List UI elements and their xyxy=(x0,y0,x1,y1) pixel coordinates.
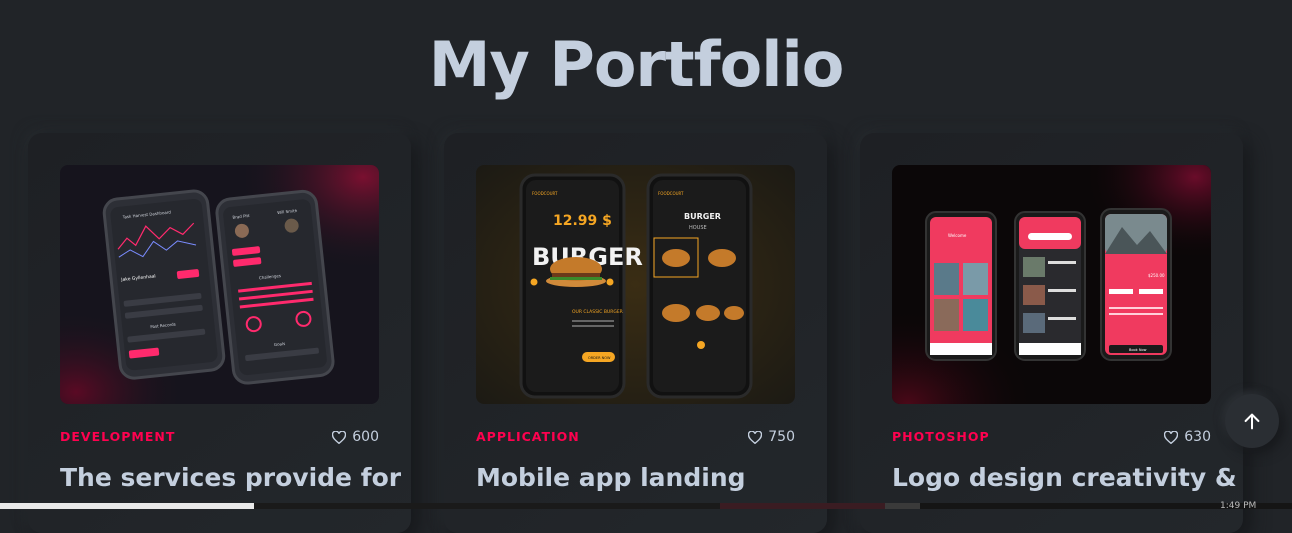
card-category[interactable]: DEVELOPMENT xyxy=(60,429,175,444)
image-text: FOODCOURT xyxy=(658,191,684,196)
like-count: 630 xyxy=(1184,429,1211,445)
card-title[interactable]: Logo design creativity & xyxy=(892,463,1237,492)
like-count: 750 xyxy=(768,429,795,445)
image-text: OUR CLASSIC BURGER xyxy=(572,309,623,315)
taskbar-clock: 1:49 PM xyxy=(1220,501,1257,511)
image-text: BURGER xyxy=(684,212,721,221)
heart-icon xyxy=(332,430,347,444)
taskbar-strip xyxy=(0,503,1292,509)
portfolio-card-development[interactable]: Task Harvest Dashboard Jake Gyllenhaal P… xyxy=(28,133,411,533)
portfolio-image-dashboard[interactable]: Task Harvest Dashboard Jake Gyllenhaal P… xyxy=(60,165,379,404)
card-title[interactable]: The services provide for xyxy=(60,463,401,492)
portfolio-card-photoshop[interactable]: Welcome $250.00 Book Now PHOTOSHOP 630 L… xyxy=(860,133,1243,533)
card-category[interactable]: APPLICATION xyxy=(476,429,580,444)
image-text: Welcome xyxy=(948,233,967,238)
like-count: 600 xyxy=(352,429,379,445)
image-text: HOUSE xyxy=(689,225,707,231)
image-text: ORDER NOW xyxy=(588,356,611,360)
portfolio-card-application[interactable]: FOODCOURT 12.99 $ BURGER OUR CLASSIC BUR… xyxy=(444,133,827,533)
like-counter[interactable]: 600 xyxy=(332,429,379,445)
portfolio-image-travel-app[interactable]: Welcome $250.00 Book Now xyxy=(892,165,1211,404)
heart-icon xyxy=(748,430,763,444)
scroll-to-top-button[interactable] xyxy=(1225,394,1279,448)
image-text: $250.00 xyxy=(1148,273,1165,278)
arrow-up-icon xyxy=(1244,413,1260,430)
like-counter[interactable]: 630 xyxy=(1164,429,1211,445)
section-title: My Portfolio xyxy=(428,27,845,101)
heart-icon xyxy=(1164,430,1179,444)
portfolio-image-burger-app[interactable]: FOODCOURT 12.99 $ BURGER OUR CLASSIC BUR… xyxy=(476,165,795,404)
card-title[interactable]: Mobile app landing xyxy=(476,463,746,492)
card-category[interactable]: PHOTOSHOP xyxy=(892,429,990,444)
like-counter[interactable]: 750 xyxy=(748,429,795,445)
image-text: 12.99 $ xyxy=(553,213,612,229)
image-text: FOODCOURT xyxy=(532,191,558,196)
image-text: Book Now xyxy=(1129,348,1147,352)
